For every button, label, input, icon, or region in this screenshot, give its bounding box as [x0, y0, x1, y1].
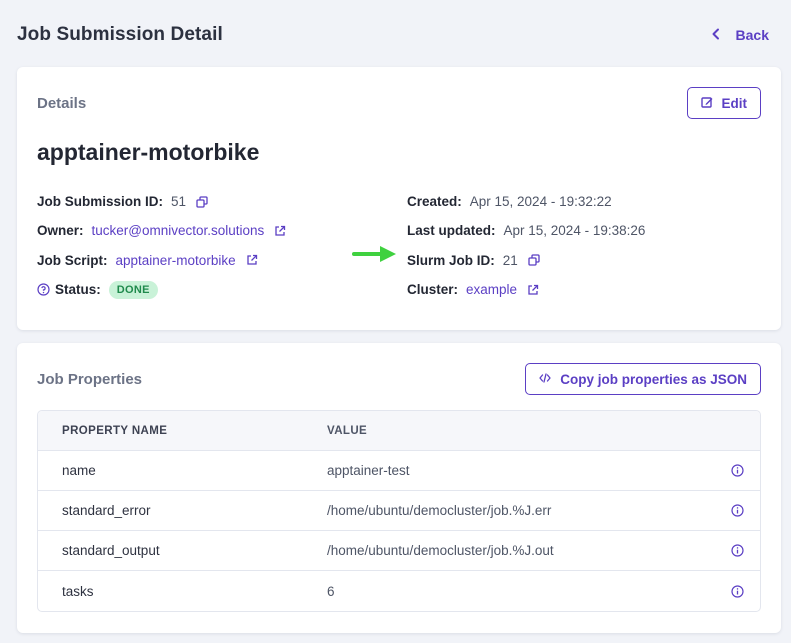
- field-label: Status:: [55, 282, 101, 298]
- info-icon[interactable]: [714, 504, 760, 517]
- info-icon[interactable]: [714, 544, 760, 557]
- table-header: PROPERTY NAME VALUE: [38, 411, 760, 451]
- property-value: /home/ubuntu/democluster/job.%J.err: [327, 503, 552, 518]
- back-button[interactable]: Back: [710, 27, 769, 43]
- details-card: Details Edit apptainer-motorbike Job Sub…: [17, 67, 781, 330]
- status-field: Status: DONE: [37, 275, 286, 304]
- property-name: name: [62, 463, 96, 478]
- field-label: Last updated:: [407, 223, 496, 239]
- copy-icon[interactable]: [196, 195, 208, 208]
- table-row: standard_error /home/ubuntu/democluster/…: [38, 491, 760, 531]
- field-value: 51: [171, 194, 187, 210]
- edit-icon: [700, 96, 713, 111]
- chevron-left-icon: [710, 27, 722, 43]
- table-row: standard_output /home/ubuntu/democluster…: [38, 531, 760, 571]
- property-name: standard_output: [62, 543, 160, 558]
- column-header-value: VALUE: [327, 424, 368, 437]
- property-name: standard_error: [62, 503, 151, 518]
- status-badge: DONE: [108, 280, 158, 299]
- property-value: apptainer-test: [327, 463, 410, 478]
- edit-label: Edit: [721, 95, 748, 111]
- field-label: Cluster:: [407, 282, 459, 298]
- field-label: Job Script:: [37, 252, 108, 268]
- copy-json-label: Copy job properties as JSON: [560, 371, 747, 387]
- job-properties-label: Job Properties: [37, 370, 143, 388]
- help-circle-icon[interactable]: [37, 283, 50, 296]
- owner-link[interactable]: tucker@omnivector.solutions: [92, 223, 265, 238]
- details-right-column: Created: Apr 15, 2024 - 19:32:22 Last up…: [407, 187, 645, 304]
- info-icon[interactable]: [714, 464, 760, 477]
- table-row: tasks 6: [38, 571, 760, 611]
- table-row: name apptainer-test: [38, 451, 760, 491]
- properties-table: PROPERTY NAME VALUE name apptainer-test …: [37, 410, 761, 612]
- field-label: Owner:: [37, 223, 84, 239]
- slurm-job-id-field: Slurm Job ID: 21: [407, 246, 645, 275]
- details-left-column: Job Submission ID: 51 Owner: tucker@omni…: [37, 187, 286, 304]
- owner-field: Owner: tucker@omnivector.solutions: [37, 216, 286, 245]
- external-link-icon[interactable]: [274, 225, 286, 237]
- page-header: Job Submission Detail Back: [17, 22, 769, 48]
- created-field: Created: Apr 15, 2024 - 19:32:22: [407, 187, 645, 216]
- edit-button[interactable]: Edit: [686, 87, 761, 119]
- cluster-field: Cluster: example: [407, 275, 645, 304]
- copy-json-button[interactable]: Copy job properties as JSON: [525, 363, 761, 395]
- field-label: Created:: [407, 194, 462, 210]
- field-value: Apr 15, 2024 - 19:38:26: [503, 223, 646, 239]
- code-icon: [539, 372, 551, 387]
- field-value: Apr 15, 2024 - 19:32:22: [469, 194, 612, 210]
- external-link-icon[interactable]: [527, 284, 539, 296]
- field-value: 21: [502, 252, 518, 268]
- property-name: tasks: [62, 583, 94, 599]
- info-icon[interactable]: [714, 584, 760, 598]
- property-value: /home/ubuntu/democluster/job.%J.out: [327, 543, 554, 558]
- field-label: Slurm Job ID:: [407, 252, 495, 268]
- details-label: Details: [37, 94, 87, 112]
- arrow-right-icon: [352, 246, 396, 262]
- copy-icon[interactable]: [528, 254, 540, 266]
- job-script-link[interactable]: apptainer-motorbike: [116, 253, 236, 268]
- page-title: Job Submission Detail: [17, 24, 223, 45]
- external-link-icon[interactable]: [246, 254, 258, 266]
- column-header-property-name: PROPERTY NAME: [62, 424, 168, 437]
- last-updated-field: Last updated: Apr 15, 2024 - 19:38:26: [407, 216, 645, 245]
- back-label: Back: [735, 27, 769, 43]
- job-script-field: Job Script: apptainer-motorbike: [37, 246, 286, 275]
- field-label: Job Submission ID:: [37, 194, 164, 210]
- job-submission-id-field: Job Submission ID: 51: [37, 187, 286, 216]
- property-value: 6: [327, 583, 335, 599]
- job-name-heading: apptainer-motorbike: [37, 139, 260, 165]
- cluster-link[interactable]: example: [466, 282, 517, 297]
- job-properties-card: Job Properties Copy job properties as JS…: [17, 343, 781, 633]
